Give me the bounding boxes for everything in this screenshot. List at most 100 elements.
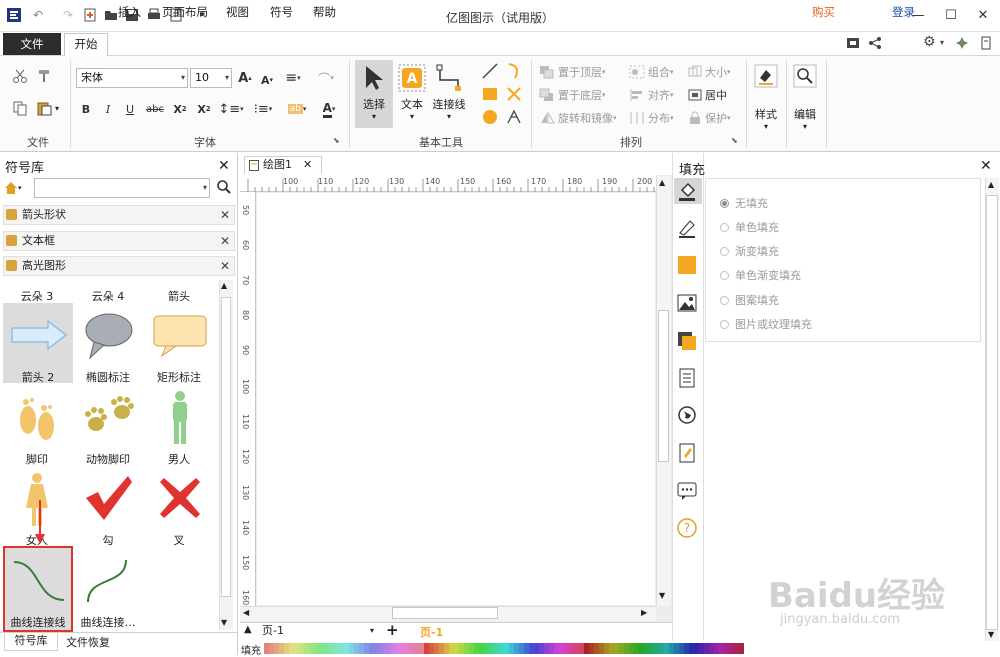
fill-bucket-icon[interactable] (676, 180, 698, 202)
canvas-vscroll-thumb[interactable] (658, 310, 669, 462)
group-button[interactable]: 组合 ▾ (629, 64, 674, 80)
theme-icon[interactable] (955, 36, 969, 50)
line-tool-icon[interactable] (481, 62, 499, 80)
paste-icon[interactable] (36, 100, 52, 116)
rotate-mirror-button[interactable]: 旋转和镜像 ▾ (539, 110, 617, 126)
color-swatch[interactable] (739, 643, 744, 654)
fill-scroll-up-icon[interactable]: ▲ (988, 180, 994, 189)
scroll-down-icon[interactable]: ▼ (221, 618, 227, 627)
page-properties-icon[interactable] (676, 367, 698, 389)
file-menu-button[interactable]: 文件 (3, 33, 61, 55)
search-icon[interactable] (216, 179, 232, 195)
fill-option-pattern[interactable]: 图案填充 (720, 292, 779, 308)
font-color-icon[interactable]: A ▾ (316, 100, 342, 118)
ellipse-tool-icon[interactable] (481, 108, 499, 126)
close-library-icon[interactable]: ✕ (220, 206, 230, 224)
symbol-curved-connector-2-label[interactable]: 曲线连接… (73, 614, 143, 630)
store-icon[interactable] (846, 36, 860, 50)
connector-tool-button[interactable]: 连接线 ▾ (430, 60, 468, 128)
comment-icon[interactable] (676, 480, 698, 502)
maximize-icon[interactable]: ☐ (938, 5, 964, 25)
subscript-icon[interactable]: X2 (170, 100, 190, 118)
page-tab[interactable]: 页-1 (420, 624, 443, 640)
distribute-button[interactable]: 分布 ▾ (629, 110, 674, 126)
rectangle-tool-icon[interactable] (481, 85, 499, 103)
library-highlight-shapes[interactable]: 高光图形 ✕ (3, 256, 235, 276)
copy-icon[interactable] (12, 100, 28, 116)
footprint-icon[interactable] (14, 390, 60, 446)
protect-button[interactable]: 保护 ▾ (688, 110, 731, 126)
scroll-up-icon[interactable]: ▲ (221, 281, 227, 290)
cross-mark-icon[interactable] (156, 474, 204, 522)
symbol-search-input[interactable]: ▾ (34, 178, 210, 198)
arc-tool-icon[interactable] (505, 62, 523, 80)
note-icon[interactable] (676, 442, 698, 464)
fill-option-solid[interactable]: 单色填充 (720, 219, 779, 235)
font-family-select[interactable]: 宋体 ▾ (76, 68, 188, 88)
arrange-dialog-launcher-icon[interactable]: ⬊ (731, 136, 738, 145)
hyperlink-globe-icon[interactable] (676, 404, 698, 426)
format-painter-icon[interactable] (36, 68, 52, 84)
symbol-cloud-3-label[interactable]: 云朵 3 (2, 288, 72, 304)
curved-connector-2-icon[interactable] (82, 556, 132, 606)
close-library-icon[interactable]: ✕ (220, 257, 230, 275)
tab-file-recovery[interactable]: 文件恢复 (66, 634, 110, 650)
text-highlight-icon[interactable]: ab ▾ (284, 100, 310, 118)
drawing-canvas[interactable] (257, 193, 655, 605)
layer-icon[interactable] (676, 330, 698, 352)
animal-footprint-icon[interactable] (82, 396, 136, 438)
library-text-box[interactable]: 文本框 ✕ (3, 231, 235, 251)
close-symbol-panel-icon[interactable]: ✕ (218, 158, 230, 174)
font-size-select[interactable]: 10 ▾ (190, 68, 232, 88)
tab-view[interactable]: 视图 (220, 4, 255, 24)
symbol-cloud-4-label[interactable]: 云朵 4 (73, 288, 143, 304)
image-icon[interactable] (676, 292, 698, 314)
check-mark-icon[interactable] (84, 474, 134, 522)
settings-dropdown-icon[interactable]: ▾ (940, 38, 944, 47)
select-tool-button[interactable]: 选择 ▾ (355, 60, 393, 128)
symbol-cross-label[interactable]: 叉 (144, 532, 214, 548)
add-page-icon[interactable]: + (386, 621, 399, 639)
fill-option-none[interactable]: 无填充 (720, 195, 768, 211)
library-arrow-shapes[interactable]: 箭头形状 ✕ (3, 205, 235, 225)
text-tool-button[interactable]: A 文本 ▾ (396, 60, 428, 128)
close-document-tab-icon[interactable]: ✕ (303, 157, 312, 173)
select-dropdown-icon[interactable]: ▾ (355, 112, 393, 121)
page-bar-expand-icon[interactable]: ▲ (244, 624, 252, 635)
page-select[interactable]: 页-1 ▾ (262, 624, 374, 638)
tab-start[interactable]: 开始 (64, 33, 108, 56)
align-text-icon[interactable]: ≡ ▾ (282, 68, 304, 88)
help-icon[interactable]: ? (676, 517, 698, 539)
fill-option-picture[interactable]: 图片或纹理填充 (720, 316, 812, 332)
tab-page-layout[interactable]: 页面布局 (156, 4, 214, 24)
ellipse-callout-icon[interactable] (84, 312, 134, 360)
close-library-icon[interactable]: ✕ (220, 232, 230, 250)
connector-dropdown-icon[interactable]: ▾ (430, 112, 468, 121)
symbol-rectangle-callout-label[interactable]: 矩形标注 (144, 369, 214, 385)
style-button[interactable]: 样式 ▾ (752, 62, 780, 132)
scrollbar-thumb[interactable] (221, 297, 231, 597)
shrink-font-icon[interactable]: A ▾ (258, 70, 276, 90)
fill-scroll-down-icon[interactable]: ▼ (988, 630, 994, 639)
redo-icon[interactable]: ↷ (60, 7, 76, 23)
tab-help[interactable]: 帮助 (307, 4, 342, 24)
text-direction-icon[interactable]: ⌒ ▾ (312, 68, 340, 88)
share-icon[interactable] (868, 36, 882, 50)
symbol-man-label[interactable]: 男人 (144, 451, 214, 467)
document-tab[interactable]: 绘图1 ✕ (244, 156, 322, 174)
bullet-list-icon[interactable]: ⁝≡ ▾ (250, 100, 276, 118)
symbol-footprint-label[interactable]: 脚印 (2, 451, 72, 467)
close-fill-panel-icon[interactable]: ✕ (980, 158, 992, 174)
shadow-icon[interactable] (676, 254, 698, 276)
grow-font-icon[interactable]: A ▴ (236, 68, 254, 88)
undo-icon[interactable]: ↶ (30, 7, 46, 23)
login-link[interactable]: 登录 (886, 4, 921, 24)
library-home-icon[interactable]: ▾ (4, 180, 32, 196)
canvas-scroll-left-icon[interactable]: ◀ (243, 608, 249, 617)
ribbon-collapse-icon[interactable] (980, 36, 992, 50)
settings-gear-icon[interactable]: ⚙ (923, 34, 936, 50)
tab-symbol-library[interactable]: 符号库 (4, 633, 58, 651)
rectangle-callout-icon[interactable] (152, 314, 208, 358)
x-shape-tool-icon[interactable] (505, 85, 523, 103)
text-dropdown-icon[interactable]: ▾ (396, 112, 428, 121)
